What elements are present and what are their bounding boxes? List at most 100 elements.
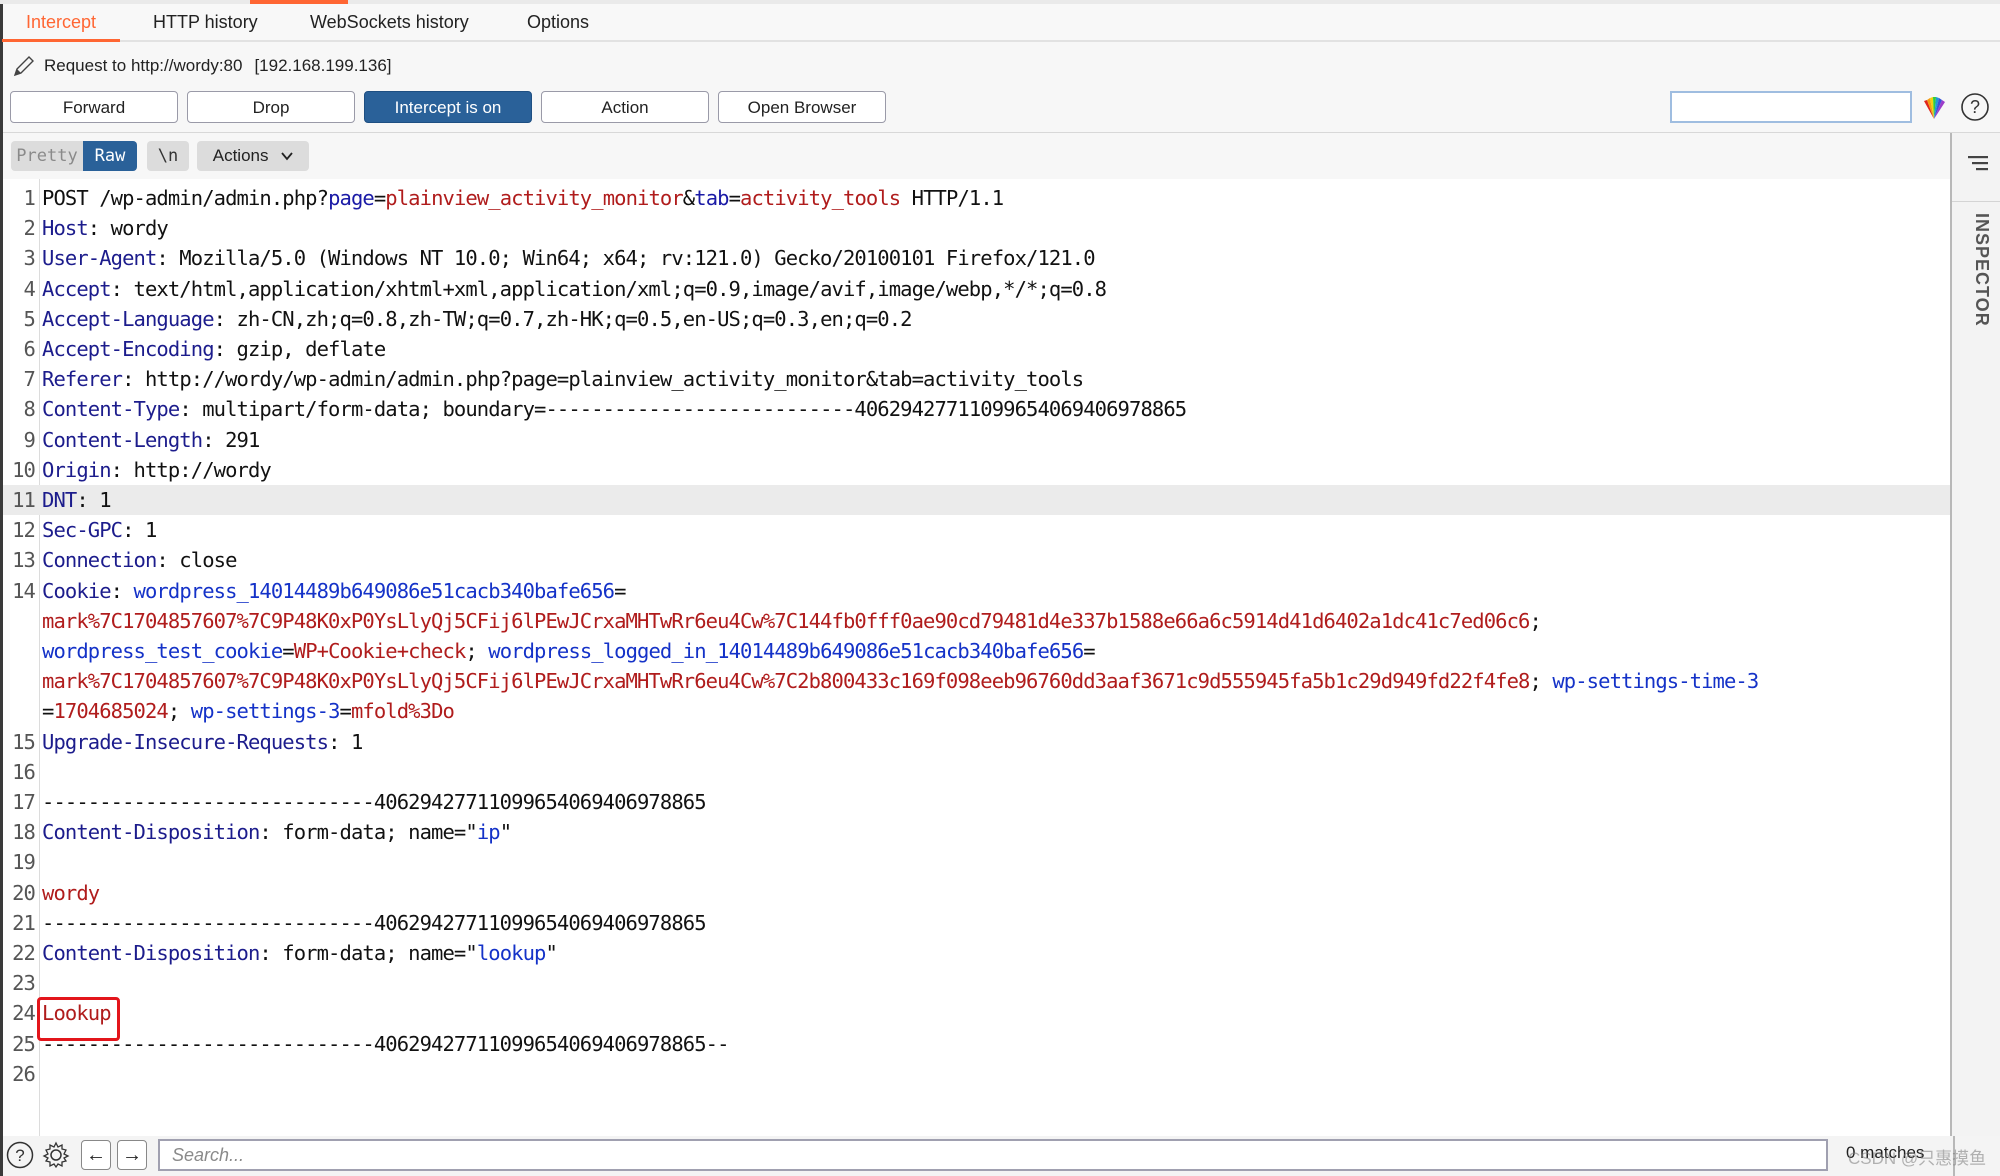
code-line[interactable]: 19 [3, 847, 1950, 877]
watermark: CSDN @只惠摸鱼 [1848, 1149, 1987, 1168]
tab-websockets-history[interactable]: WebSockets history [310, 4, 469, 40]
token: = [614, 578, 626, 603]
line-number: 2 [23, 216, 36, 241]
line-text: =1704685024; wp-settings-3=mfold%3Do [42, 696, 455, 726]
forward-button[interactable]: Forward [10, 91, 178, 123]
code-line[interactable]: 22 Content-Disposition: form-data; name="… [3, 938, 1950, 968]
token: ; [1529, 669, 1553, 694]
code-line[interactable]: 21 -----------------------------406294277… [3, 908, 1950, 938]
line-number: 20 [12, 880, 36, 905]
arrow-right-icon[interactable]: → [117, 1140, 147, 1170]
line-number: 24 [12, 1001, 36, 1026]
tab-intercept[interactable]: Intercept [1, 4, 121, 42]
line-text: Connection: close [42, 545, 237, 575]
help-icon[interactable]: ? [5, 1140, 35, 1170]
raw-tab[interactable]: Raw [83, 141, 137, 171]
top-search-input[interactable] [1670, 91, 1912, 123]
code-line[interactable]: 1 POST /wp-admin/admin.php?page=plainview… [3, 183, 1950, 213]
line-text: Referer: http://wordy/wp-admin/admin.php… [42, 364, 1084, 394]
code-line[interactable]: wordpress_test_cookie=WP+Cookie+check; w… [3, 636, 1950, 666]
search-input[interactable] [158, 1139, 1828, 1171]
token: -----------------------------40629427711… [42, 790, 707, 814]
actions-label: Actions [212, 146, 269, 165]
code-line[interactable]: 14 Cookie: wordpress_14014489b649086e51ca… [3, 576, 1950, 606]
code-line[interactable]: 20 wordy [3, 878, 1950, 908]
line-text: DNT: 1 [42, 485, 112, 515]
line-text: wordy [42, 878, 100, 908]
code-line[interactable]: 13 Connection: close [3, 545, 1950, 575]
code-line[interactable]: 7 Referer: http://wordy/wp-admin/admin.ph… [3, 364, 1950, 394]
code-line[interactable]: mark%7C1704857607%7C9P48K0xP0YsLlyQj5CFi… [3, 606, 1950, 636]
token: page [328, 186, 375, 210]
code-line[interactable]: 2 Host: wordy [3, 213, 1950, 243]
token: ; [465, 639, 489, 663]
token: HTTP/1.1 [900, 186, 1004, 210]
menu-icon[interactable] [1966, 153, 1990, 173]
burp-fan-icon[interactable] [1920, 93, 1948, 121]
token: : wordy [87, 216, 169, 241]
svg-text:?: ? [15, 1146, 24, 1165]
code-line[interactable]: 15 Upgrade-Insecure-Requests: 1 [3, 727, 1950, 757]
inspector-panel[interactable]: INSPECTOR [1950, 133, 2000, 1136]
drop-button[interactable]: Drop [187, 91, 355, 123]
code-line[interactable]: 16 [3, 757, 1950, 787]
line-text: mark%7C1704857607%7C9P48K0xP0YsLlyQj5CFi… [42, 606, 1542, 636]
token: wp-settings-3 [190, 699, 341, 724]
line-number: 6 [23, 337, 36, 361]
open-browser-button[interactable]: Open Browser [718, 91, 886, 123]
line-number: 26 [12, 1061, 36, 1086]
code-line[interactable]: 10 Origin: http://wordy [3, 455, 1950, 485]
request-editor[interactable]: Pretty Raw \n Actions 1 POST /wp-admin/ad… [3, 133, 1950, 1136]
help-icon[interactable]: ? [1960, 92, 1990, 122]
code-line[interactable]: 8 Content-Type: multipart/form-data; boun… [3, 394, 1950, 424]
token: = [282, 639, 294, 663]
code-line[interactable]: mark%7C1704857607%7C9P48K0xP0YsLlyQj5CFi… [3, 666, 1950, 696]
action-button[interactable]: Action [541, 91, 709, 123]
code-line[interactable]: 26 [3, 1059, 1950, 1089]
code-line[interactable]: 23 [3, 968, 1950, 998]
token: Cookie [42, 578, 112, 603]
code-line[interactable]: 24 Lookup [3, 998, 1950, 1028]
code-line[interactable]: 5 Accept-Language: zh-CN,zh;q=0.8,zh-TW;q… [3, 304, 1950, 334]
separator [1952, 201, 2000, 202]
code-line[interactable]: =1704685024; wp-settings-3=mfold%3Do [3, 696, 1950, 726]
actions-dropdown[interactable]: Actions [197, 141, 309, 171]
inspector-tab[interactable]: INSPECTOR [1960, 213, 1992, 353]
code-line[interactable]: 11 DNT: 1 [3, 485, 1950, 515]
token: : gzip, deflate [213, 337, 387, 361]
editor-toolbar: Pretty Raw \n Actions [3, 133, 1950, 179]
line-number: 8 [23, 397, 36, 422]
line-number: 19 [12, 850, 36, 875]
code-line[interactable]: 12 Sec-GPC: 1 [3, 515, 1950, 545]
token: = [373, 186, 386, 210]
intercept-toggle-button[interactable]: Intercept is on [364, 91, 532, 123]
token: POST /wp-admin/admin.php? [42, 186, 329, 210]
token: 1704685024 [53, 699, 168, 724]
token: Upgrade-Insecure-Requests [42, 729, 329, 754]
line-text: POST /wp-admin/admin.php?page=plainview_… [42, 183, 1004, 213]
code-line[interactable]: 3 User-Agent: Mozilla/5.0 (Windows NT 10.… [3, 243, 1950, 273]
tab-http-history[interactable]: HTTP history [153, 4, 258, 40]
tab-options[interactable]: Options [527, 4, 589, 40]
token: = [728, 186, 741, 210]
arrow-left-icon[interactable]: ← [81, 1140, 111, 1170]
line-text: Host: wordy [42, 213, 169, 243]
line-number: 15 [12, 729, 36, 754]
token: Origin [42, 457, 112, 482]
show-newlines-toggle[interactable]: \n [147, 141, 189, 171]
code-line[interactable]: 17 -----------------------------406294277… [3, 787, 1950, 817]
gear-icon[interactable] [41, 1140, 71, 1170]
request-code-area[interactable]: 1 POST /wp-admin/admin.php?page=plainview… [3, 179, 1950, 1136]
pretty-tab[interactable]: Pretty [11, 141, 83, 171]
line-number: 9 [23, 427, 36, 452]
line-number: 17 [12, 790, 36, 814]
code-line[interactable]: 9 Content-Length: 291 [3, 425, 1950, 455]
code-line[interactable]: 18 Content-Disposition: form-data; name="… [3, 817, 1950, 847]
code-line[interactable]: 6 Accept-Encoding: gzip, deflate [3, 334, 1950, 364]
line-text: Content-Disposition: form-data; name="ip… [42, 817, 512, 847]
token: = [42, 699, 54, 724]
code-line[interactable]: 25 -----------------------------406294277… [3, 1029, 1950, 1059]
token: Referer [42, 367, 123, 392]
token: -----------------------------40629427711… [42, 1031, 729, 1056]
code-line[interactable]: 4 Accept: text/html,application/xhtml+xml… [3, 274, 1950, 304]
